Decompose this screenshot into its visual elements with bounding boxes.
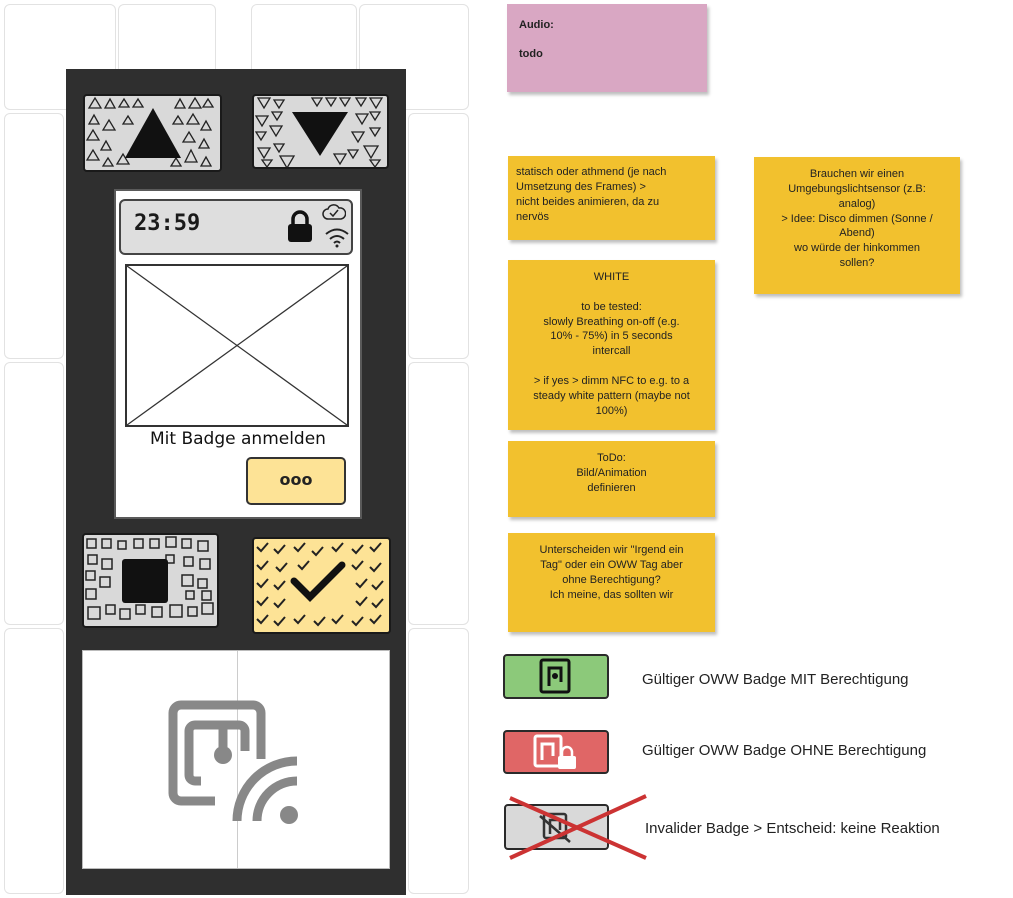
grid-tile <box>4 362 64 625</box>
grid-tile <box>408 113 469 359</box>
legend-valid-authorized-label: Gültiger OWW Badge MIT Berechtigung <box>642 671 909 688</box>
confirm-button[interactable] <box>252 537 391 634</box>
white-note: WHITE to be tested: slowly Breathing on-… <box>508 260 715 430</box>
image-placeholder <box>125 264 349 427</box>
nfc-lock-icon <box>533 734 576 769</box>
checkmark-icon <box>256 542 384 627</box>
distinguish-note: Unterscheiden wir "Irgend ein Tag" oder … <box>508 533 715 632</box>
clock: 23:59 <box>134 211 201 236</box>
audio-note-title: Audio: <box>519 19 554 31</box>
todo-note: ToDo: Bild/Animation definieren <box>508 441 715 517</box>
animation-mode-note: statisch oder athmend (je nach Umsetzung… <box>508 156 715 240</box>
grid-tile <box>4 628 64 894</box>
more-button[interactable]: ooo <box>246 457 346 505</box>
wifi-icon <box>325 228 349 248</box>
audio-note-body: todo <box>519 47 543 60</box>
grid-tile <box>4 113 64 359</box>
arrow-down-icon <box>254 97 384 167</box>
audio-note: Audio: todo <box>507 4 707 92</box>
legend-valid-unauthorized-label: Gültiger OWW Badge OHNE Berechtigung <box>642 742 927 759</box>
badge-login-caption: Mit Badge anmelden <box>150 429 326 449</box>
arrow-up-icon <box>85 96 215 167</box>
nfc-icon <box>168 700 298 824</box>
stop-button[interactable] <box>82 533 219 628</box>
up-button[interactable] <box>83 94 222 172</box>
legend-valid-authorized-swatch <box>503 654 609 699</box>
grid-tile <box>408 628 469 894</box>
light-sensor-note: Brauchen wir einen Umgebungslichtsensor … <box>754 157 960 294</box>
square-icon <box>85 536 214 620</box>
lock-icon <box>288 210 312 242</box>
legend-valid-unauthorized-swatch <box>503 730 609 774</box>
down-button[interactable] <box>252 94 389 169</box>
nfc-icon <box>539 658 571 694</box>
nfc-reader-area[interactable] <box>82 650 390 869</box>
cloud-check-icon <box>322 204 346 220</box>
grid-tile <box>408 362 469 625</box>
cross-out-mark <box>509 794 647 860</box>
legend-invalid-label: Invalider Badge > Entscheid: keine Reakt… <box>645 820 940 837</box>
